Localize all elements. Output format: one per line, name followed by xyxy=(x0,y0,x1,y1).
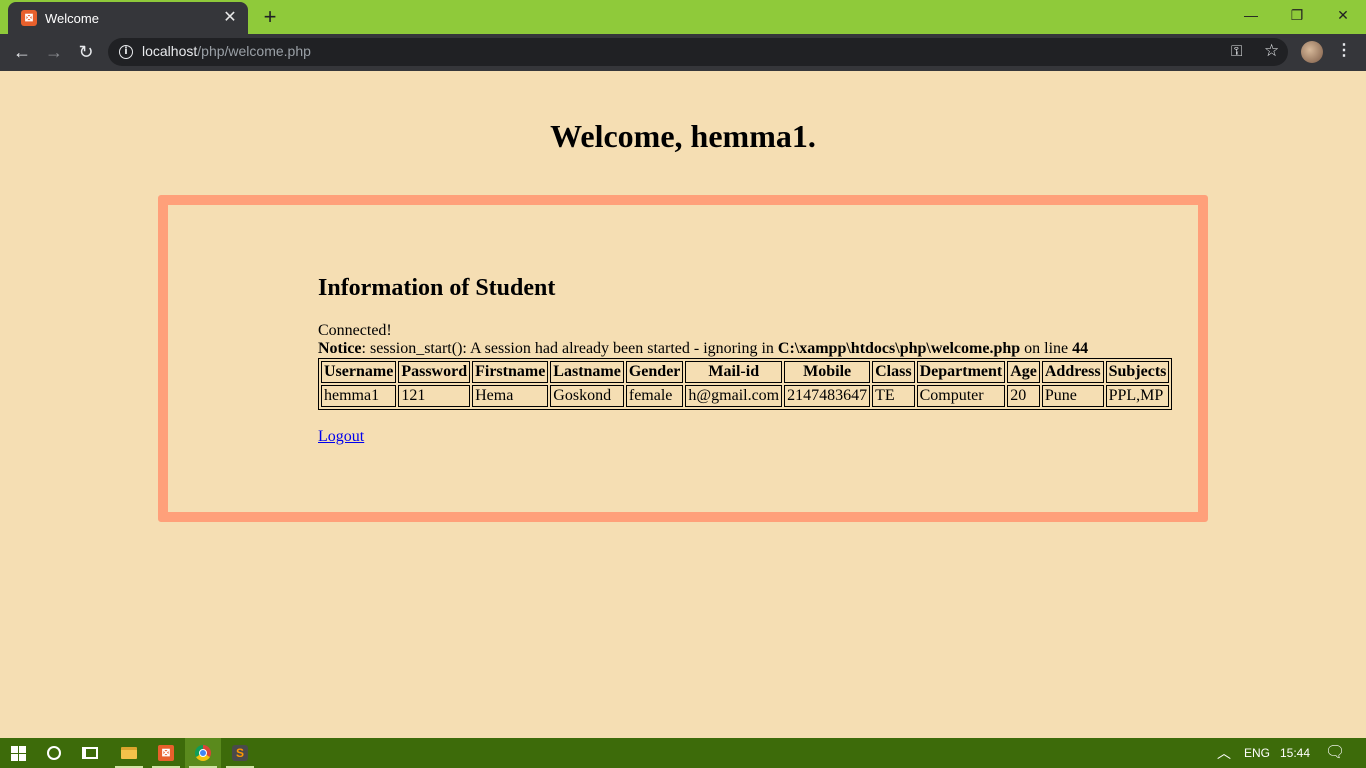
column-header: Mail-id xyxy=(685,361,783,383)
info-icon[interactable]: i xyxy=(119,45,133,59)
avatar[interactable] xyxy=(1301,41,1323,63)
back-button[interactable]: ← xyxy=(9,39,35,65)
notice-label: Notice xyxy=(318,340,362,357)
column-header: Username xyxy=(321,361,397,383)
taskbar: ⊠ S ︿ ENG 15:44 🗨 xyxy=(0,738,1366,768)
new-tab-button[interactable]: + xyxy=(258,6,282,28)
section-heading: Information of Student xyxy=(318,275,556,301)
star-icon[interactable]: ☆ xyxy=(1264,41,1279,61)
reload-button[interactable]: ↻ xyxy=(73,39,99,65)
connected-status: Connected! xyxy=(318,322,392,339)
table-cell: hemma1 xyxy=(321,385,397,407)
xampp-icon: ⊠ xyxy=(21,10,37,26)
clock[interactable]: 15:44 xyxy=(1280,738,1310,768)
more-menu-icon[interactable]: ⋮ xyxy=(1336,40,1352,60)
tab-title: Welcome xyxy=(45,10,99,26)
search-button[interactable] xyxy=(36,738,72,768)
column-header: Firstname xyxy=(472,361,549,383)
table-cell: Hema xyxy=(472,385,549,407)
student-table: Username Password Firstname Lastname Gen… xyxy=(318,358,1173,410)
restore-button[interactable]: ❐ xyxy=(1274,0,1320,30)
address-bar[interactable]: i localhost/php/welcome.php ⚿ ☆ xyxy=(108,38,1288,66)
table-cell: Pune xyxy=(1041,385,1104,407)
forward-button[interactable]: → xyxy=(41,39,67,65)
php-notice: Notice: session_start(): A session had a… xyxy=(318,340,1088,358)
column-header: Class xyxy=(872,361,915,383)
column-header: Age xyxy=(1007,361,1040,383)
table-row: hemma1 121 Hema Goskond female h@gmail.c… xyxy=(321,385,1170,407)
notification-icon[interactable]: 🗨 xyxy=(1325,738,1345,768)
sublime-text-icon: S xyxy=(232,745,248,761)
notice-line-text: on line xyxy=(1020,340,1073,357)
table-cell: h@gmail.com xyxy=(685,385,783,407)
url-text[interactable]: localhost/php/welcome.php xyxy=(142,43,311,59)
close-window-button[interactable]: ✕ xyxy=(1320,0,1366,30)
column-header: Lastname xyxy=(550,361,624,383)
page-title: Welcome, hemma1. xyxy=(550,118,816,154)
windows-icon xyxy=(10,745,26,761)
task-view-button[interactable] xyxy=(72,738,108,768)
browser-toolbar: ← → ↻ i localhost/php/welcome.php ⚿ ☆ ⋮ xyxy=(0,34,1366,71)
close-icon[interactable]: ✕ xyxy=(222,10,238,26)
table-cell: 20 xyxy=(1007,385,1040,407)
notice-message: : session_start(): A session had already… xyxy=(361,340,778,357)
chrome-icon xyxy=(195,745,211,761)
task-view-icon xyxy=(82,747,98,759)
search-icon xyxy=(47,746,61,760)
table-cell: female xyxy=(625,385,684,407)
language-indicator[interactable]: ENG xyxy=(1244,738,1270,768)
browser-tab[interactable]: ⊠ Welcome ✕ xyxy=(8,2,248,34)
notice-file-path: C:\xampp\htdocs\php\welcome.php xyxy=(777,340,1021,357)
xampp-icon: ⊠ xyxy=(158,745,174,761)
minimize-button[interactable]: — xyxy=(1228,0,1274,30)
tab-bar: ⊠ Welcome ✕ + — ❐ ✕ xyxy=(0,0,1366,34)
column-header: Gender xyxy=(625,361,684,383)
start-button[interactable] xyxy=(0,738,36,768)
sublime-taskbar-button[interactable]: S xyxy=(222,738,258,768)
chrome-taskbar-button[interactable] xyxy=(185,738,221,768)
column-header: Address xyxy=(1041,361,1104,383)
table-cell: 2147483647 xyxy=(784,385,871,407)
table-cell: Goskond xyxy=(550,385,624,407)
table-header-row: Username Password Firstname Lastname Gen… xyxy=(321,361,1170,383)
table-cell: PPL,MP xyxy=(1105,385,1170,407)
column-header: Subjects xyxy=(1105,361,1170,383)
column-header: Mobile xyxy=(784,361,871,383)
notice-line-number: 44 xyxy=(1072,340,1089,357)
logout-link[interactable]: Logout xyxy=(318,428,364,446)
key-icon[interactable]: ⚿ xyxy=(1231,43,1242,60)
xampp-taskbar-button[interactable]: ⊠ xyxy=(148,738,184,768)
table-cell: 121 xyxy=(398,385,471,407)
folder-icon xyxy=(121,747,137,759)
file-explorer-button[interactable] xyxy=(111,738,147,768)
column-header: Department xyxy=(916,361,1006,383)
chevron-up-icon[interactable]: ︿ xyxy=(1217,738,1231,768)
column-header: Password xyxy=(398,361,471,383)
table-cell: Computer xyxy=(916,385,1006,407)
table-cell: TE xyxy=(872,385,915,407)
